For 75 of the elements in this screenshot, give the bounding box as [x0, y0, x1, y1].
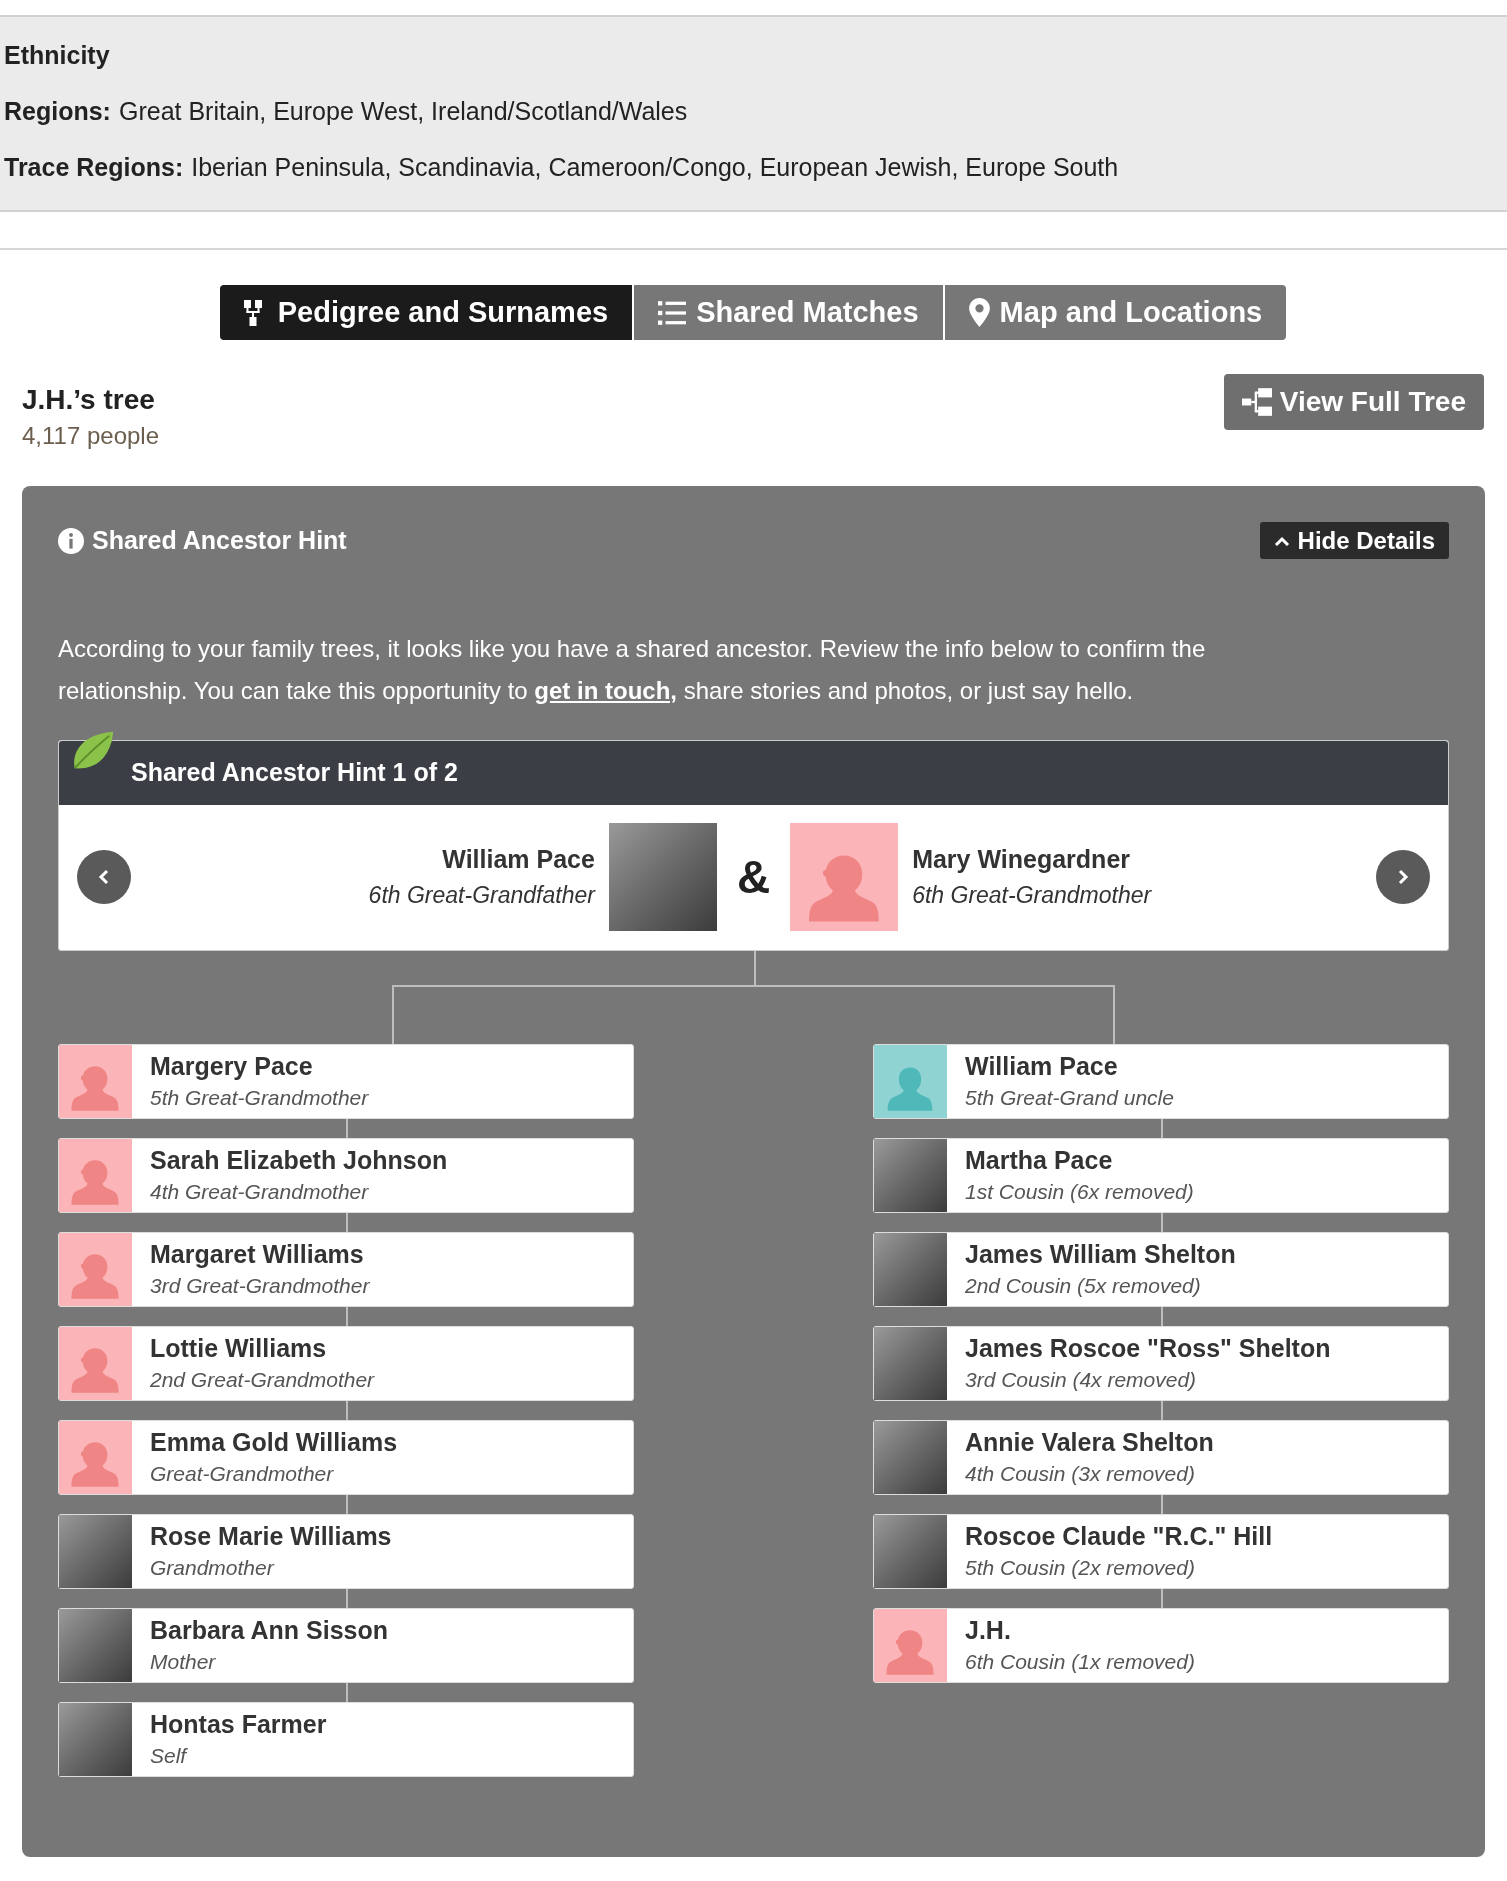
- section-heading: Ethnicity: [4, 40, 111, 71]
- hint-description: According to your family trees, it looks like you have a shared ancestor. Review the info below to confirm the relationship. You can take this opportunity to get in touch, share stories and photos, or just say hello.: [58, 633, 1207, 706]
- person-card[interactable]: Lottie Williams 2nd Great-Grandmother: [58, 1325, 634, 1401]
- ampersand: &: [735, 849, 772, 905]
- person-card[interactable]: James Roscoe "Ross" Shelton 3rd Cousin (4x removed): [873, 1325, 1449, 1401]
- field-label: Trace Regions:: [4, 152, 184, 183]
- person-name: Martha Pace: [965, 1144, 1114, 1176]
- tab[interactable]: Map and Locations: [944, 285, 1287, 340]
- tree-icon: [1241, 388, 1272, 416]
- relationship-label: 1st Cousin (6x removed): [965, 1178, 1194, 1205]
- tab[interactable]: Shared Matches: [634, 285, 943, 340]
- ancestor-name: William Pace: [442, 844, 595, 875]
- previous-button[interactable]: [77, 850, 131, 904]
- person-name: Hontas Farmer: [150, 1708, 327, 1740]
- relationship-label: 2nd Cousin (5x removed): [965, 1272, 1202, 1299]
- next-button[interactable]: [1376, 850, 1430, 904]
- relationship-label: 5th Great-Grandmother: [150, 1084, 369, 1111]
- view-full-tree-button[interactable]: View Full Tree: [1223, 374, 1484, 430]
- get-in-touch-link[interactable]: get in touch,: [534, 676, 677, 704]
- person-name: Margery Pace: [150, 1050, 314, 1082]
- person-name: James William Shelton: [965, 1238, 1236, 1270]
- person-card[interactable]: James William Shelton 2nd Cousin (5x removed): [873, 1231, 1449, 1307]
- relationship-label: 2nd Great-Grandmother: [150, 1366, 375, 1393]
- relationship-label: 6th Cousin (1x removed): [965, 1648, 1195, 1675]
- relationship-label: Mother: [150, 1648, 217, 1675]
- person-name: Barbara Ann Sisson: [150, 1614, 389, 1646]
- person-name: Rose Marie Williams: [150, 1520, 392, 1552]
- panel-title: Shared Ancestor Hint: [92, 525, 347, 556]
- hint-title: Shared Ancestor Hint 1 of 2: [131, 756, 458, 788]
- relationship-label: Self: [150, 1742, 189, 1769]
- field-value: Great Britain, Europe West, Ireland/Scotland/Wales: [118, 96, 688, 127]
- ancestor-name: Mary Winegardner: [912, 844, 1130, 875]
- person-name: Margaret Williams: [150, 1238, 365, 1270]
- relationship-label: 3rd Cousin (4x removed): [965, 1366, 1198, 1393]
- person-card[interactable]: Martha Pace 1st Cousin (6x removed): [873, 1137, 1449, 1213]
- caret-icon: [1273, 535, 1290, 546]
- person-name: Lottie Williams: [150, 1332, 328, 1364]
- person-card[interactable]: Sarah Elizabeth Johnson 4th Great-Grandmother: [58, 1137, 634, 1213]
- person-card[interactable]: Annie Valera Shelton 4th Cousin (3x removed): [873, 1419, 1449, 1495]
- chevron-icon: [98, 869, 110, 885]
- person-name: J.H.: [965, 1614, 1012, 1646]
- person-card[interactable]: Emma Gold Williams Great-Grandmother: [58, 1419, 634, 1495]
- person-card[interactable]: J.H. 6th Cousin (1x removed): [873, 1607, 1449, 1683]
- relationship-label: 3rd Great-Grandmother: [150, 1272, 370, 1299]
- list-icon: [658, 299, 687, 326]
- person-card[interactable]: Barbara Ann Sisson Mother: [58, 1607, 634, 1683]
- person-card[interactable]: Margery Pace 5th Great-Grandmother: [58, 1043, 634, 1119]
- person-card[interactable]: Margaret Williams 3rd Great-Grandmother: [58, 1231, 634, 1307]
- person-card[interactable]: Roscoe Claude "R.C." Hill 5th Cousin (2x removed): [873, 1513, 1449, 1589]
- relationship-label: 5th Great-Grand uncle: [965, 1084, 1174, 1111]
- map-pin-icon: [968, 298, 990, 327]
- relationship-label: 5th Cousin (2x removed): [965, 1554, 1196, 1581]
- people-count: 4,117 people: [22, 421, 159, 451]
- tree-title: J.H.’s tree: [22, 383, 156, 417]
- relationship-label: 6th Great-Grandfather: [368, 881, 595, 910]
- relationship-label: Great-Grandmother: [150, 1460, 335, 1487]
- chevron-icon: [1397, 869, 1409, 885]
- person-name: Roscoe Claude "R.C." Hill: [965, 1520, 1273, 1552]
- person-name: Emma Gold Williams: [150, 1426, 398, 1458]
- relationship-label: 4th Cousin (3x removed): [965, 1460, 1196, 1487]
- person-name: James Roscoe "Ross" Shelton: [965, 1332, 1331, 1364]
- relationship-label: 4th Great-Grandmother: [150, 1178, 370, 1205]
- hide-details-button[interactable]: Hide Details: [1259, 522, 1449, 560]
- tab[interactable]: Pedigree and Surnames: [219, 285, 633, 340]
- info-icon: [58, 527, 84, 554]
- person-card[interactable]: Rose Marie Williams Grandmother: [58, 1513, 634, 1589]
- person-card[interactable]: William Pace 5th Great-Grand uncle: [873, 1043, 1449, 1119]
- person-name: William Pace: [965, 1050, 1119, 1082]
- relationship-label: Grandmother: [150, 1554, 276, 1581]
- field-value: Iberian Peninsula, Scandinavia, Cameroon/Congo, European Jewish, Europe South: [191, 152, 1119, 183]
- person-card[interactable]: Hontas Farmer Self: [58, 1701, 634, 1777]
- person-name: Annie Valera Shelton: [965, 1426, 1214, 1458]
- field-label: Regions:: [4, 96, 111, 127]
- person-name: Sarah Elizabeth Johnson: [150, 1144, 448, 1176]
- relationship-label: 6th Great-Grandmother: [912, 881, 1152, 910]
